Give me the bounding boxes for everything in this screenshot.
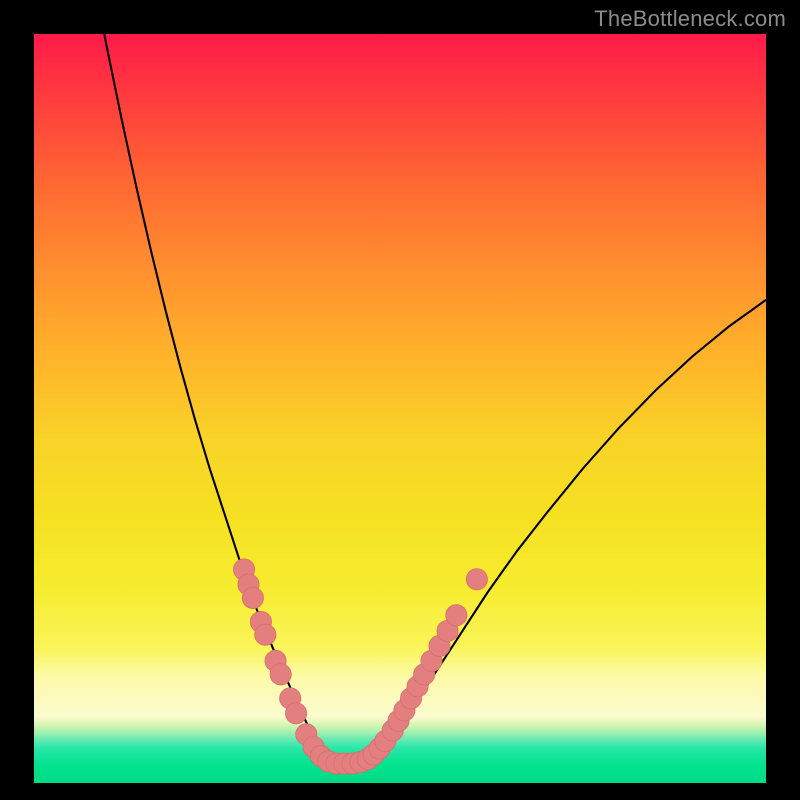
- watermark-text: TheBottleneck.com: [594, 6, 786, 32]
- data-point: [446, 605, 467, 626]
- data-point: [255, 624, 276, 645]
- chart-stage: TheBottleneck.com: [0, 0, 800, 800]
- dots-layer: [34, 34, 766, 783]
- data-points-group: [233, 559, 487, 774]
- plot-area: [34, 34, 766, 783]
- data-point: [270, 664, 291, 685]
- data-point: [285, 703, 306, 724]
- data-point: [242, 587, 263, 608]
- data-point: [466, 569, 487, 590]
